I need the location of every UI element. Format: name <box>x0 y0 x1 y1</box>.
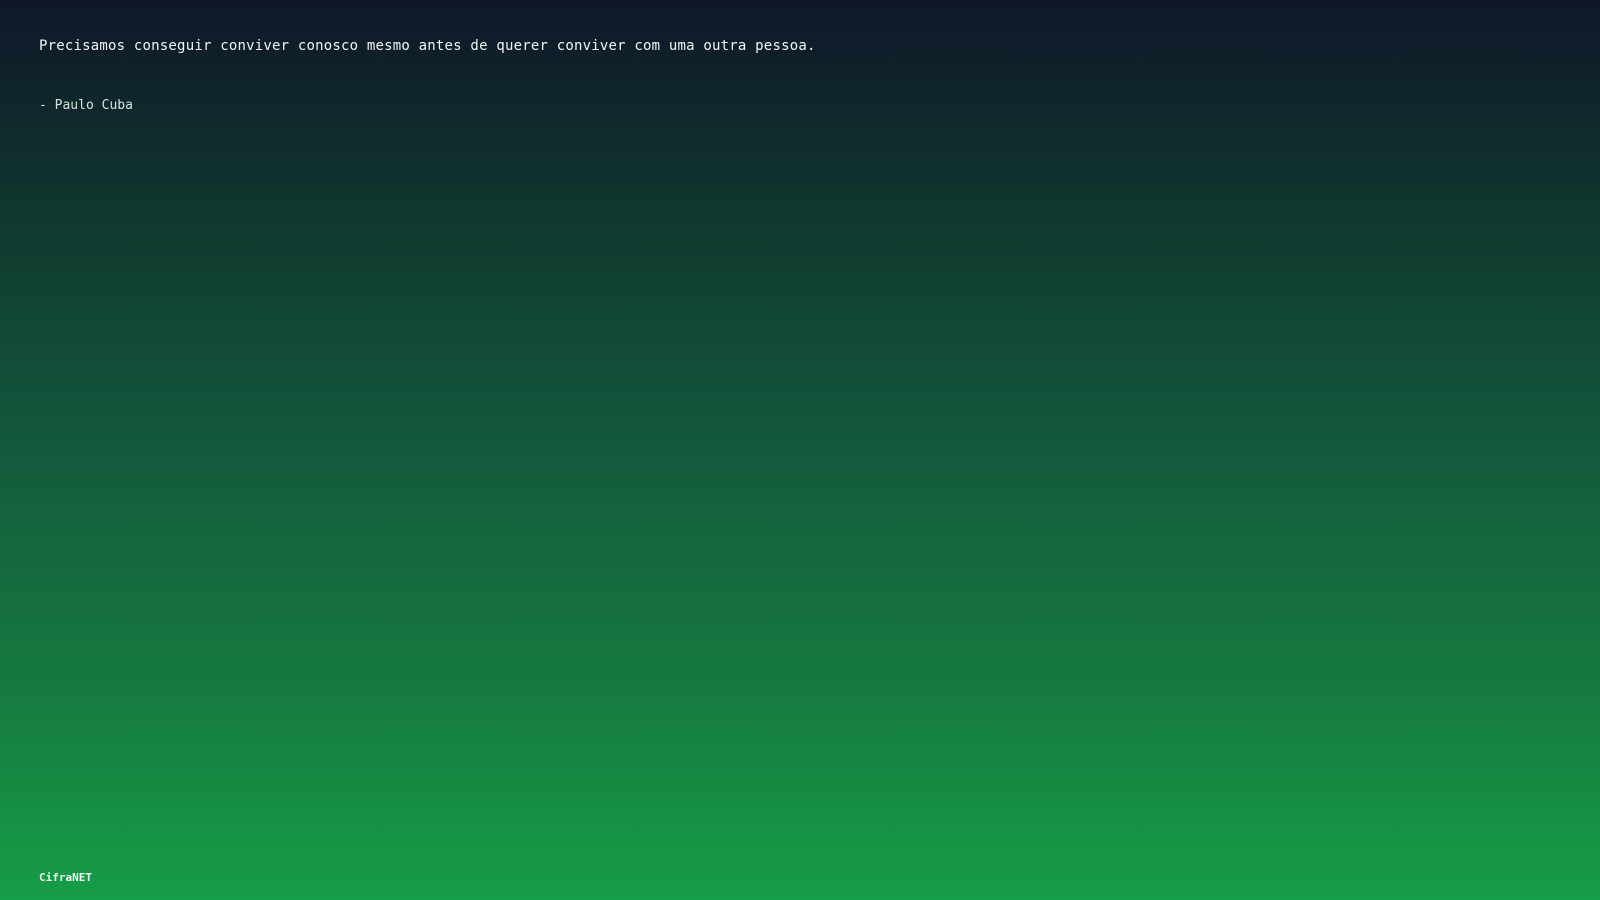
quote-text: Precisamos conseguir conviver conosco me… <box>39 38 816 54</box>
quote-author: - Paulo Cuba <box>39 98 133 113</box>
brand-label: CifraNET <box>39 871 92 884</box>
